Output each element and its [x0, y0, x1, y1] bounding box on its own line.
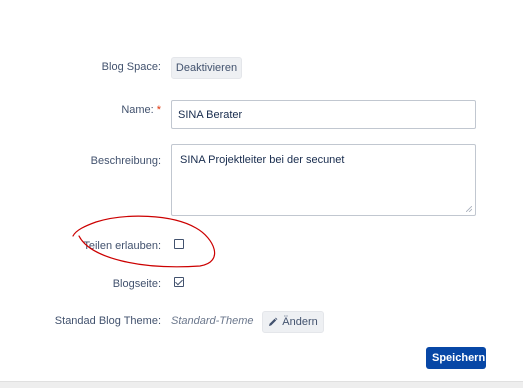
allow-sharing-label: Teilen erlauben:	[83, 240, 161, 252]
description-field[interactable]: SINA Projektleiter bei der secunet	[171, 144, 476, 216]
blog-page-checkbox[interactable]	[174, 277, 184, 287]
theme-value: Standard-Theme	[171, 315, 254, 327]
name-label: Name: *	[121, 104, 161, 116]
change-theme-button[interactable]: Ändern	[262, 311, 324, 333]
blog-space-label: Blog Space:	[101, 61, 161, 73]
pencil-icon	[269, 317, 278, 326]
resize-grip-icon[interactable]	[466, 206, 472, 212]
required-marker: *	[156, 104, 161, 116]
save-button[interactable]: Speichern	[426, 347, 486, 369]
name-label-text: Name:	[121, 104, 154, 116]
blog-page-label: Blogseite:	[112, 278, 161, 290]
change-theme-label: Ändern	[282, 316, 318, 328]
description-label: Beschreibung:	[90, 155, 161, 167]
allow-sharing-checkbox[interactable]	[174, 239, 184, 249]
theme-label: Standad Blog Theme:	[54, 315, 161, 327]
description-text: SINA Projektleiter bei der secunet	[180, 154, 345, 166]
name-field[interactable]	[171, 100, 476, 129]
deactivate-button[interactable]: Deaktivieren	[171, 57, 242, 79]
